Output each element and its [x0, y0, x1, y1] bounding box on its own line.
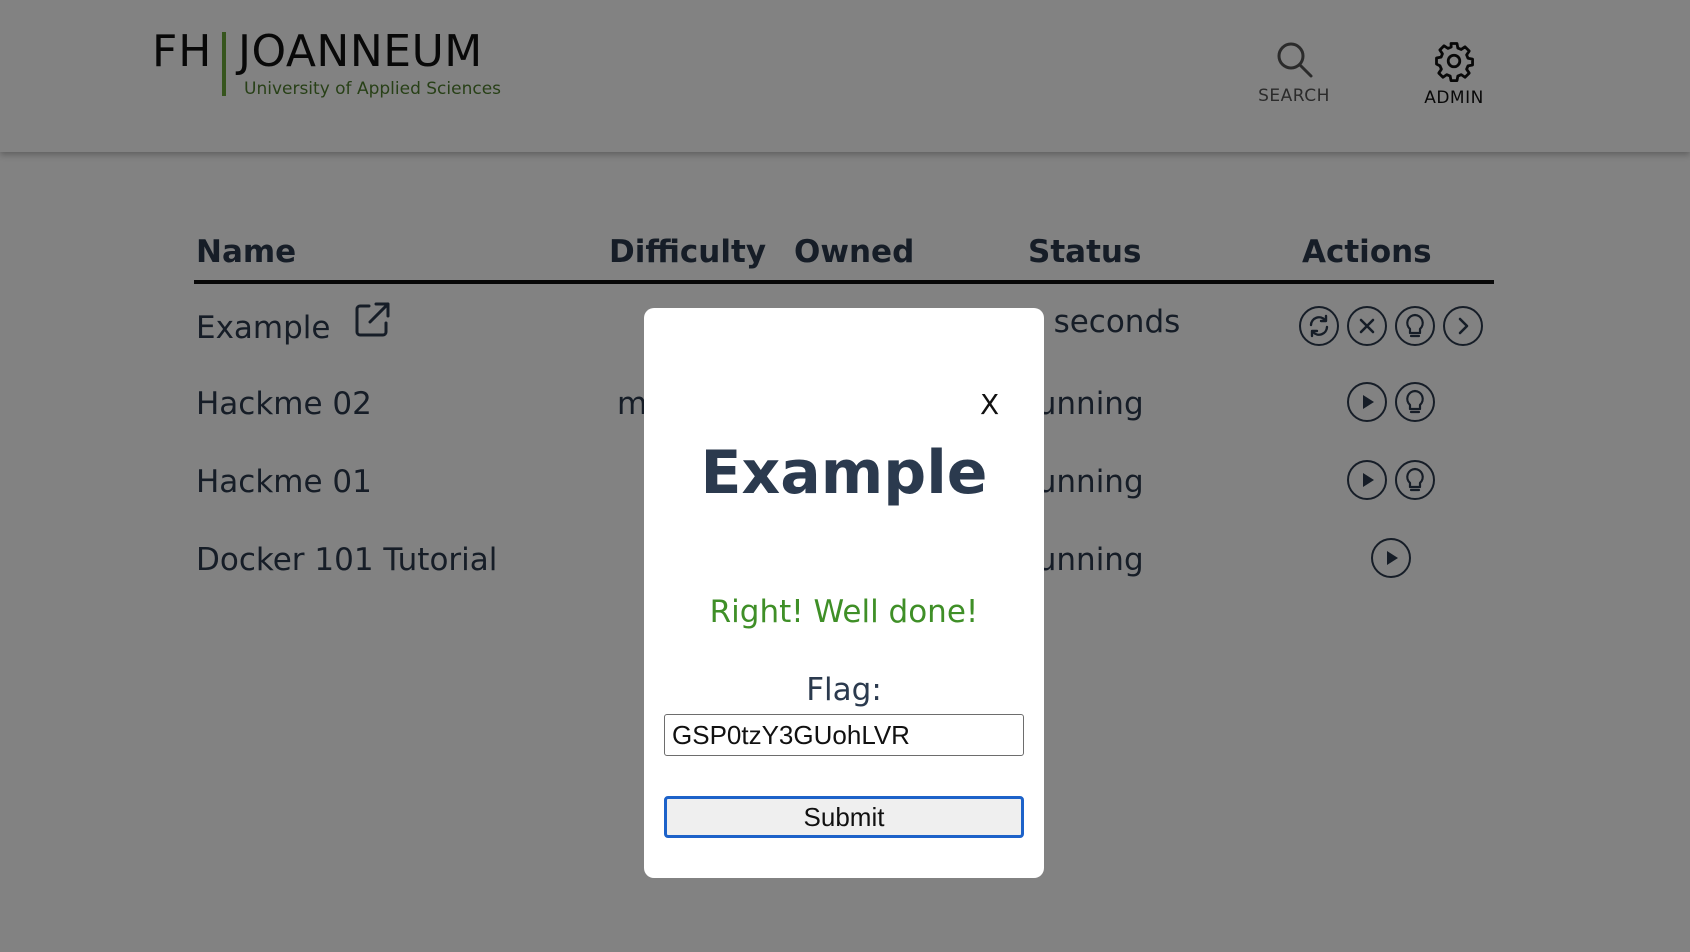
submit-button[interactable]: Submit: [664, 796, 1024, 838]
close-button[interactable]: X: [980, 388, 999, 421]
flag-submit-dialog: X Example Right! Well done! Flag: Submit: [644, 308, 1044, 878]
flag-input[interactable]: [664, 714, 1024, 756]
success-message: Right! Well done!: [709, 594, 979, 630]
flag-label: Flag:: [806, 672, 882, 708]
dialog-title: Example: [700, 438, 988, 508]
